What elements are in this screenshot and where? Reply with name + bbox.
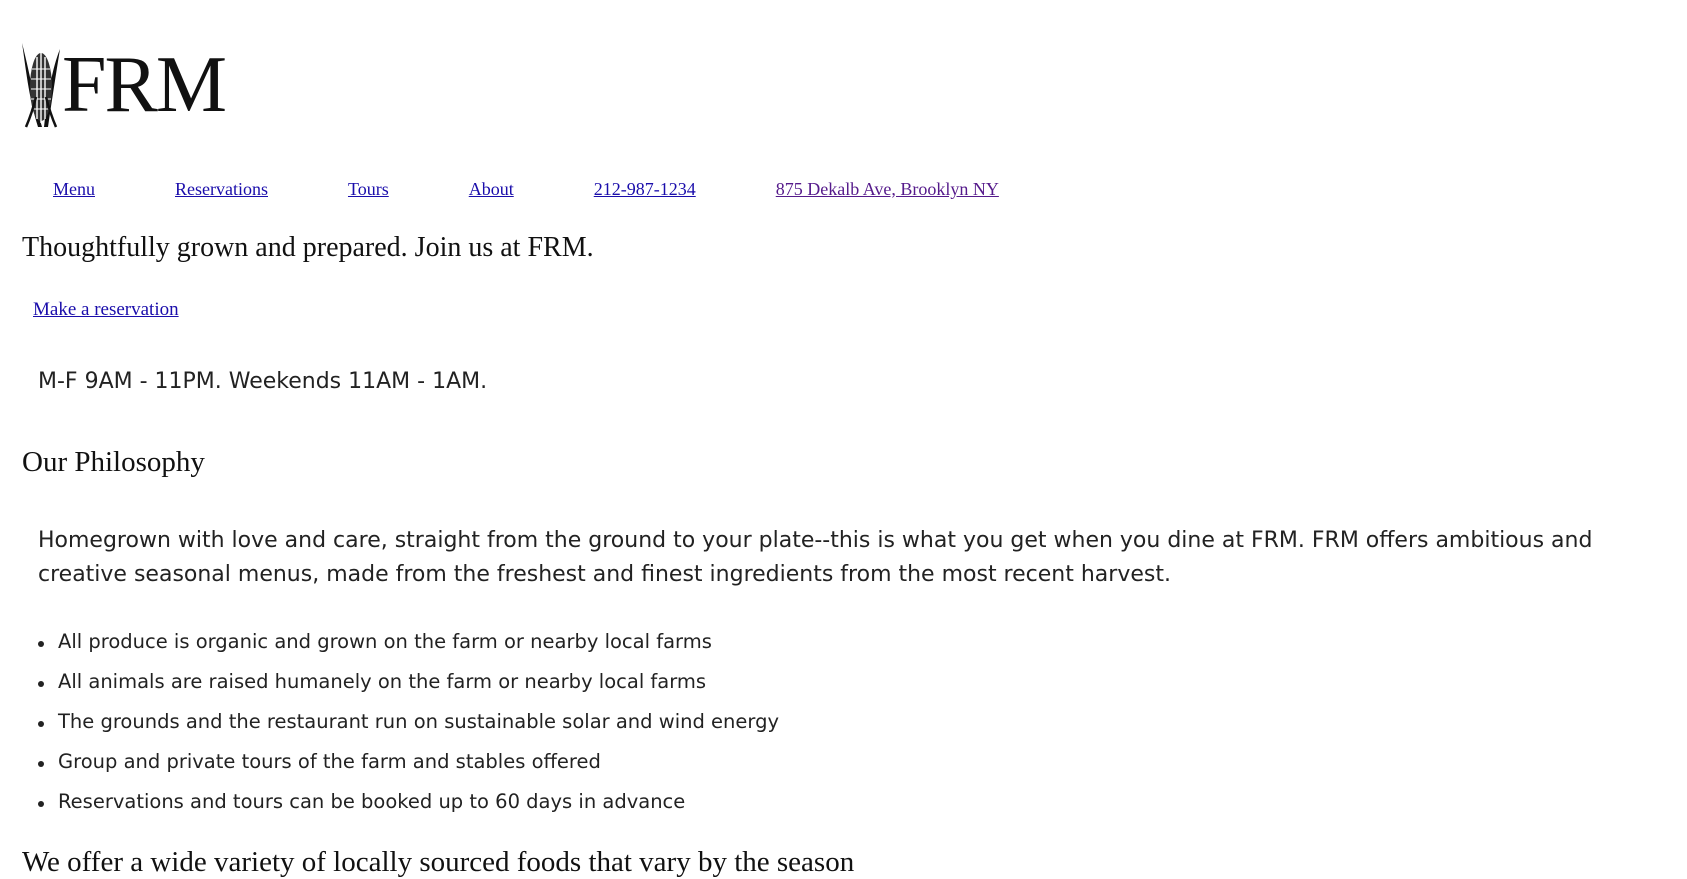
nav-link-tours[interactable]: Tours [348,180,389,198]
list-item: All produce is organic and grown on the … [38,630,779,670]
page-tagline: Thoughtfully grown and prepared. Join us… [22,232,594,263]
list-item: All animals are raised humanely on the f… [38,670,779,710]
philosophy-heading: Our Philosophy [22,446,205,478]
logo[interactable]: FRM [18,40,227,130]
list-item: Group and private tours of the farm and … [38,750,779,790]
season-heading: We offer a wide variety of locally sourc… [22,846,855,878]
nav-link-phone[interactable]: 212-987-1234 [594,180,696,198]
nav-link-address[interactable]: 875 Dekalb Ave, Brooklyn NY [776,180,999,198]
opening-hours: M-F 9AM - 11PM. Weekends 11AM - 1AM. [38,369,488,394]
logo-text: FRM [62,41,227,129]
list-item: Reservations and tours can be booked up … [38,790,779,830]
nav-link-about[interactable]: About [469,180,514,198]
philosophy-text: Homegrown with love and care, straight f… [38,528,1593,587]
corn-icon [22,43,60,128]
nav-link-reservations[interactable]: Reservations [175,180,268,198]
nav-link-menu[interactable]: Menu [53,180,95,198]
list-item: The grounds and the restaurant run on su… [38,710,779,750]
make-reservation-link[interactable]: Make a reservation [33,300,179,319]
philosophy-list: All produce is organic and grown on the … [38,630,779,830]
main-nav: Menu Reservations Tours About 212-987-12… [53,180,999,198]
